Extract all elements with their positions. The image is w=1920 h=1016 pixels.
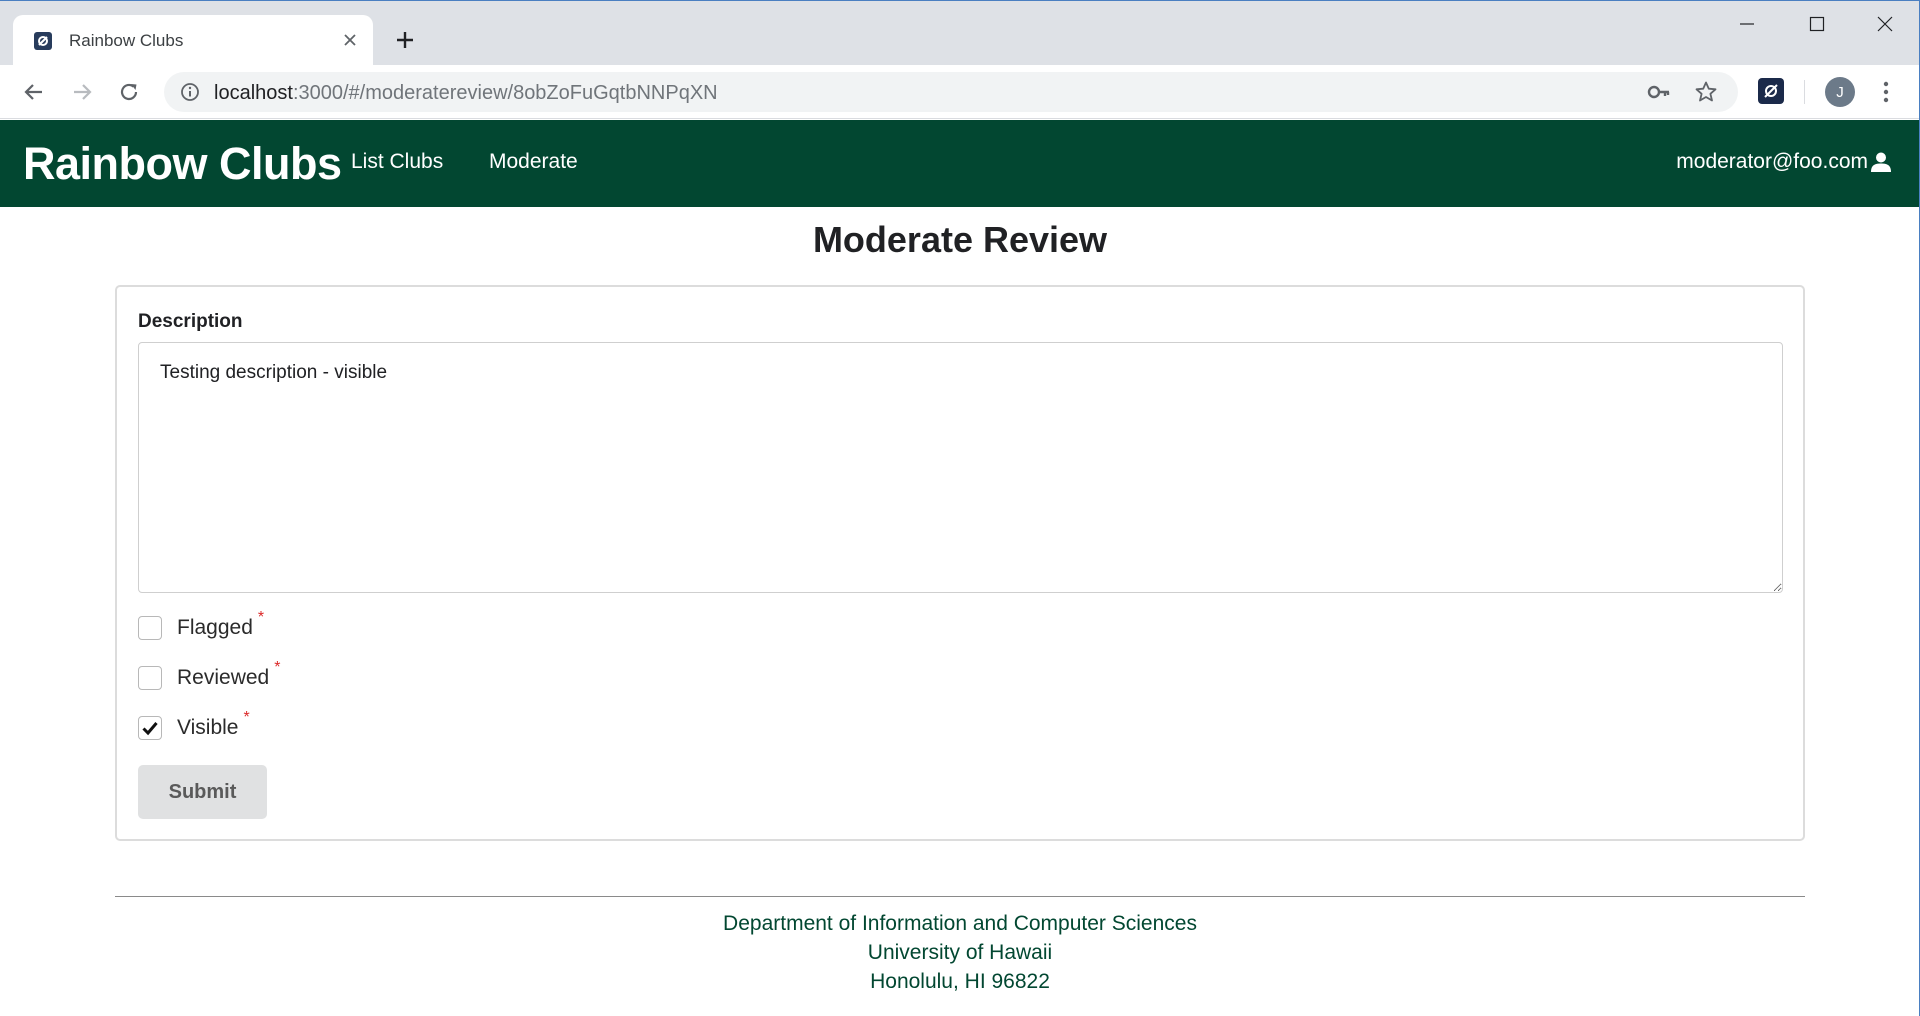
- submit-button[interactable]: Submit: [138, 765, 267, 819]
- site-info-icon[interactable]: [180, 82, 200, 102]
- browser-tabstrip: Rainbow Clubs: [0, 0, 1920, 66]
- back-arrow-icon[interactable]: [20, 78, 48, 106]
- tab-close-icon[interactable]: [341, 31, 359, 49]
- reviewed-checkbox[interactable]: [138, 666, 162, 690]
- footer-address: Honolulu, HI 96822: [870, 970, 1050, 993]
- moderate-review-form: Description Testing description - visibl…: [115, 285, 1805, 841]
- browser-menu-icon[interactable]: [1876, 79, 1896, 105]
- bookmark-star-icon[interactable]: [1694, 80, 1718, 104]
- tab-title: Rainbow Clubs: [69, 30, 184, 50]
- app-navbar: Rainbow Clubs List Clubs Moderate modera…: [0, 120, 1920, 207]
- flagged-checkbox[interactable]: [138, 616, 162, 640]
- visible-checkbox-row[interactable]: Visible *: [138, 709, 250, 740]
- required-marker: *: [243, 709, 250, 726]
- flagged-checkbox-row[interactable]: Flagged *: [138, 609, 264, 640]
- nav-link-list-clubs[interactable]: List Clubs: [351, 150, 443, 174]
- reload-icon[interactable]: [115, 78, 143, 106]
- flagged-label: Flagged: [177, 616, 253, 639]
- new-tab-icon[interactable]: [392, 27, 418, 53]
- user-menu[interactable]: moderator@foo.com: [1676, 150, 1892, 174]
- page-title: Moderate Review: [812, 219, 1108, 260]
- description-textarea[interactable]: Testing description - visible: [138, 342, 1783, 593]
- forward-arrow-icon[interactable]: [68, 78, 96, 106]
- user-icon: [1870, 151, 1892, 173]
- url-host: localhost: [214, 82, 293, 104]
- brand-logo-text[interactable]: Rainbow Clubs: [23, 138, 342, 190]
- description-label: Description: [138, 311, 243, 332]
- reviewed-checkbox-row[interactable]: Reviewed *: [138, 659, 280, 690]
- window-close-icon[interactable]: [1860, 11, 1910, 37]
- toolbar-separator: [1804, 80, 1805, 104]
- reviewed-label: Reviewed: [177, 666, 270, 689]
- extension-icon[interactable]: [1758, 78, 1784, 104]
- key-icon[interactable]: [1647, 82, 1671, 102]
- footer-divider: [115, 896, 1805, 897]
- user-email: moderator@foo.com: [1676, 150, 1868, 173]
- url-path: :3000/#/moderatereview/8obZoFuGqtbNNPqXN: [292, 82, 718, 104]
- browser-toolbar: localhost:3000/#/moderatereview/8obZoFuG…: [0, 65, 1920, 119]
- nav-link-moderate[interactable]: Moderate: [489, 150, 578, 174]
- visible-label: Visible: [177, 716, 239, 739]
- required-marker: *: [274, 659, 281, 676]
- browser-tab[interactable]: Rainbow Clubs: [13, 15, 373, 66]
- footer-university: University of Hawaii: [867, 941, 1053, 964]
- site-favicon-icon: [34, 31, 52, 50]
- footer-department: Department of Information and Computer S…: [723, 912, 1197, 935]
- maximize-icon[interactable]: [1792, 11, 1842, 37]
- profile-avatar[interactable]: J: [1825, 77, 1855, 107]
- address-bar[interactable]: localhost:3000/#/moderatereview/8obZoFuG…: [164, 72, 1738, 112]
- visible-checkbox[interactable]: [138, 716, 162, 740]
- checkmark-icon: [142, 722, 158, 736]
- minimize-icon[interactable]: [1722, 11, 1772, 37]
- required-marker: *: [257, 609, 265, 626]
- url-text: localhost:3000/#/moderatereview/8obZoFuG…: [214, 82, 718, 105]
